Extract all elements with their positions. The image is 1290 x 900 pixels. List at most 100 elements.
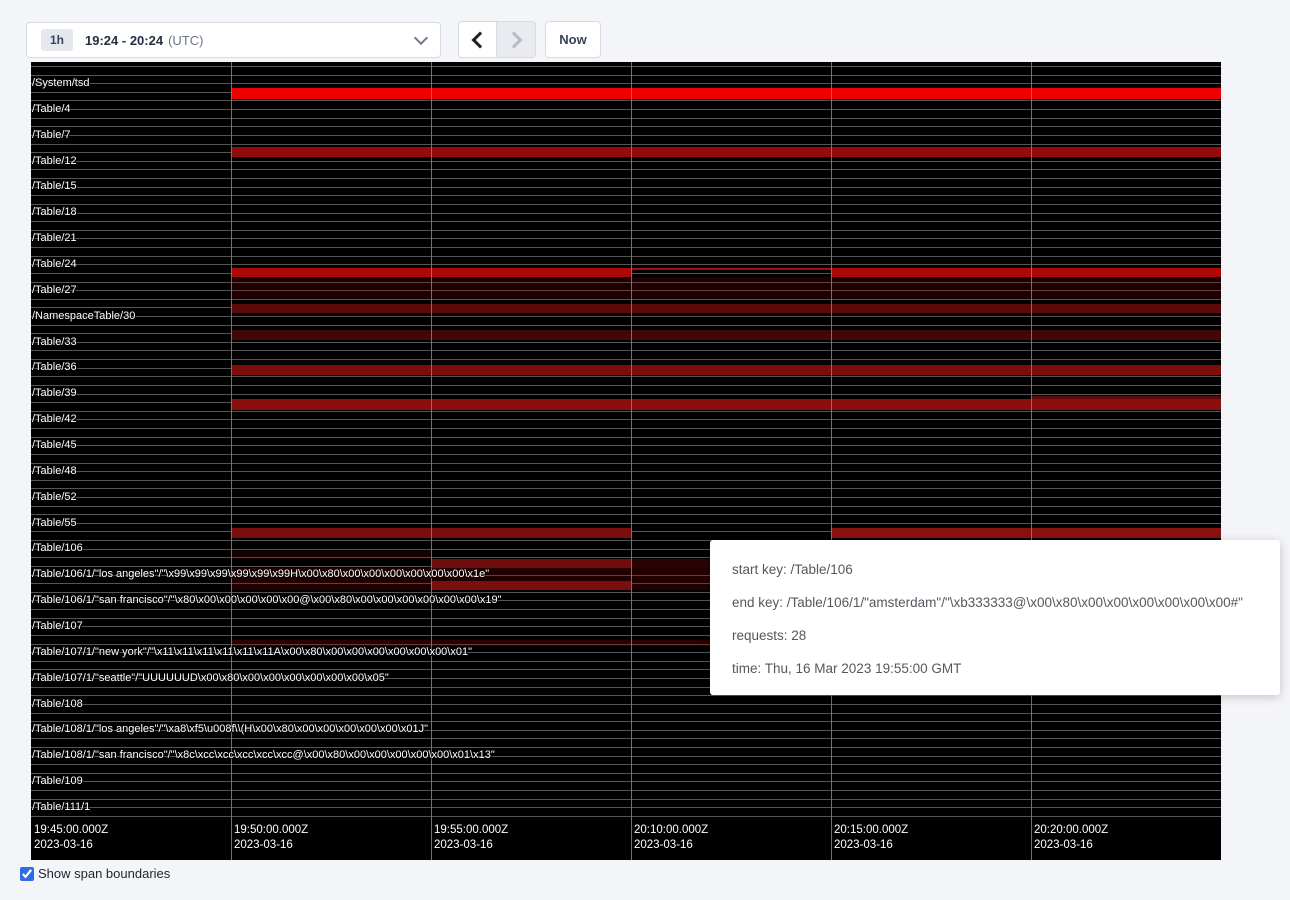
span-boundary-line bbox=[31, 428, 1221, 429]
span-boundary-line bbox=[31, 264, 1221, 265]
span-boundary-line bbox=[31, 178, 1221, 179]
chevron-right-icon bbox=[506, 31, 523, 48]
span-boundary-line bbox=[31, 204, 1221, 205]
span-boundary-line bbox=[31, 221, 1221, 222]
row-label: /Table/106/1/"los angeles"/"\x99\x99\x99… bbox=[32, 567, 489, 581]
next-range-button[interactable] bbox=[497, 21, 536, 58]
span-boundary-line bbox=[31, 799, 1221, 800]
span-boundary-line bbox=[31, 419, 1221, 420]
row-label: /Table/27 bbox=[32, 283, 77, 297]
span-boundary-line bbox=[31, 738, 1221, 739]
row-label: /System/tsd bbox=[32, 76, 89, 90]
row-label: /Table/7 bbox=[32, 128, 71, 142]
row-label: /Table/107/1/"seattle"/"UUUUUUD\x00\x80\… bbox=[32, 671, 389, 685]
span-boundary-line bbox=[31, 411, 1221, 412]
span-boundary-line bbox=[31, 514, 1221, 515]
chevron-down-icon bbox=[414, 31, 428, 45]
span-boundary-line bbox=[31, 445, 1221, 446]
span-boundary-line bbox=[31, 480, 1221, 481]
row-label: /Table/24 bbox=[32, 257, 77, 271]
row-label: /Table/107 bbox=[32, 619, 83, 633]
span-boundary-line bbox=[31, 471, 1221, 472]
span-boundary-line bbox=[31, 437, 1221, 438]
row-label: /Table/42 bbox=[32, 412, 77, 426]
span-boundary-line bbox=[31, 376, 1221, 377]
span-boundary-line bbox=[31, 463, 1221, 464]
row-label: /Table/48 bbox=[32, 464, 77, 478]
span-boundary-line bbox=[31, 454, 1221, 455]
span-boundary-line bbox=[31, 781, 1221, 782]
span-boundary-line bbox=[31, 523, 1221, 524]
span-boundary-line bbox=[31, 195, 1221, 196]
span-boundary-line bbox=[31, 790, 1221, 791]
span-boundary-line bbox=[31, 695, 1221, 696]
span-boundary-line bbox=[31, 704, 1221, 705]
span-boundary-line bbox=[31, 350, 1221, 351]
time-axis-label: 20:20:00.000Z2023-03-16 bbox=[1031, 823, 1108, 853]
span-boundary-line bbox=[31, 713, 1221, 714]
heat-band[interactable] bbox=[231, 277, 1221, 299]
span-boundary-line bbox=[31, 359, 1221, 360]
range-timezone: (UTC) bbox=[168, 33, 203, 48]
heat-band[interactable] bbox=[631, 268, 831, 270]
span-boundary-line bbox=[31, 394, 1221, 395]
heat-band[interactable] bbox=[231, 399, 1221, 410]
span-boundary-line bbox=[31, 764, 1221, 765]
row-label: /Table/15 bbox=[32, 179, 77, 193]
row-label: /Table/45 bbox=[32, 438, 77, 452]
span-boundary-line bbox=[31, 118, 1221, 119]
row-label: /Table/109 bbox=[32, 774, 83, 788]
tooltip-start-key: start key: /Table/106 bbox=[732, 560, 1258, 580]
span-boundary-line bbox=[31, 497, 1221, 498]
row-label: /Table/33 bbox=[32, 335, 77, 349]
time-axis-label: 19:45:00.000Z2023-03-16 bbox=[31, 823, 108, 853]
time-column-gridline bbox=[231, 62, 232, 860]
row-label: /Table/52 bbox=[32, 490, 77, 504]
previous-range-button[interactable] bbox=[458, 21, 497, 58]
row-label: /Table/39 bbox=[32, 386, 77, 400]
span-boundary-line bbox=[31, 213, 1221, 214]
row-label: /Table/12 bbox=[32, 154, 77, 168]
show-span-boundaries-toggle[interactable]: Show span boundaries bbox=[20, 866, 170, 881]
heat-band[interactable] bbox=[231, 365, 1221, 375]
now-button[interactable]: Now bbox=[545, 21, 601, 58]
time-column-gridline bbox=[431, 62, 432, 860]
span-boundary-line bbox=[31, 816, 1221, 817]
span-boundary-line bbox=[31, 316, 1221, 317]
heat-band[interactable] bbox=[431, 581, 631, 590]
span-boundary-line bbox=[31, 342, 1221, 343]
span-boundary-line bbox=[31, 238, 1221, 239]
span-boundary-line bbox=[31, 506, 1221, 507]
heat-band[interactable] bbox=[631, 559, 711, 568]
span-boundary-line bbox=[31, 230, 1221, 231]
heat-band[interactable] bbox=[231, 551, 431, 559]
heat-band[interactable] bbox=[231, 147, 1221, 157]
heat-band[interactable] bbox=[231, 88, 1221, 99]
time-axis-label: 19:50:00.000Z2023-03-16 bbox=[231, 823, 308, 853]
show-span-boundaries-checkbox[interactable] bbox=[20, 867, 34, 881]
heat-band[interactable] bbox=[231, 304, 1221, 313]
span-boundary-line bbox=[31, 807, 1221, 808]
row-label: /Table/106 bbox=[32, 541, 83, 555]
row-label: /Table/55 bbox=[32, 516, 77, 530]
span-boundary-line bbox=[31, 161, 1221, 162]
time-column-gridline bbox=[1031, 62, 1032, 860]
time-range-dropdown[interactable]: 1h 19:24 - 20:24 (UTC) bbox=[26, 22, 441, 58]
tooltip-requests: requests: 28 bbox=[732, 626, 1258, 646]
heat-band[interactable] bbox=[831, 268, 1221, 277]
time-axis-label: 19:55:00.000Z2023-03-16 bbox=[431, 823, 508, 853]
span-boundary-line bbox=[31, 75, 1221, 76]
span-boundary-line bbox=[31, 83, 1221, 84]
row-label: /Table/21 bbox=[32, 231, 77, 245]
row-label: /Table/4 bbox=[32, 102, 71, 116]
heat-band[interactable] bbox=[831, 528, 1221, 538]
key-visualizer-heatmap[interactable]: /System/tsd/Table/4/Table/7/Table/12/Tab… bbox=[31, 62, 1221, 860]
span-boundary-line bbox=[31, 247, 1221, 248]
row-label: /Table/108 bbox=[32, 697, 83, 711]
span-boundary-line bbox=[31, 385, 1221, 386]
chevron-left-icon bbox=[471, 31, 488, 48]
span-boundary-line bbox=[31, 109, 1221, 110]
tooltip-time: time: Thu, 16 Mar 2023 19:55:00 GMT bbox=[732, 659, 1258, 679]
row-label: /Table/106/1/"san francisco"/"\x80\x00\x… bbox=[32, 593, 502, 607]
heat-band[interactable] bbox=[231, 330, 1221, 340]
